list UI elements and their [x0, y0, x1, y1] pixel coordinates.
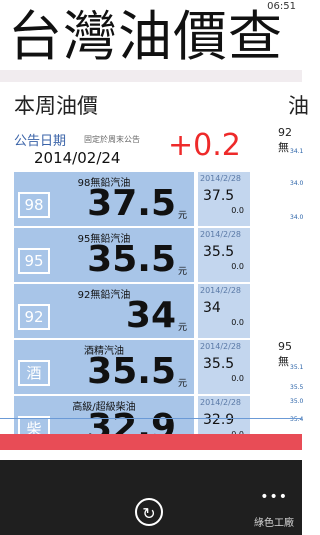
side-price: 37.5	[203, 188, 235, 204]
announce-date-note: 固定於周末公告	[84, 135, 140, 144]
fuel-side-98[interactable]: 2014/2/28 37.5 0.0	[198, 172, 250, 226]
side-price: 34	[203, 300, 221, 316]
price-unit: 元	[178, 211, 188, 221]
fuel-badge-95: 95	[18, 248, 50, 274]
side-change: 0.0	[231, 374, 244, 383]
side-change: 0.0	[231, 206, 244, 215]
side-date: 2014/2/28	[200, 398, 242, 407]
right-panel-value: 34.1	[290, 148, 304, 155]
section-title-this-week: 本周油價	[14, 94, 98, 118]
more-dots-icon[interactable]: •••	[260, 489, 288, 505]
fuel-badge-alcohol: 酒	[18, 360, 50, 386]
fuel-card-alcohol[interactable]: 酒精汽油 酒 35.5 元	[14, 340, 194, 394]
side-date: 2014/2/28	[200, 174, 242, 183]
announce-date-value: 2014/02/24	[34, 149, 121, 167]
next-section-title-peek[interactable]: 油	[288, 90, 309, 120]
side-date: 2014/2/28	[200, 230, 242, 239]
refresh-icon[interactable]: ↻	[135, 498, 163, 526]
fuel-price: 35.5	[87, 239, 176, 280]
fuel-badge-98: 98	[18, 192, 50, 218]
right-panel-value: 35.1	[290, 364, 304, 371]
right-panel-value: 35.0	[290, 398, 304, 405]
fuel-badge-92: 92	[18, 304, 50, 330]
fuel-side-92[interactable]: 2014/2/28 34 0.0	[198, 284, 250, 338]
side-change: 0.0	[231, 318, 244, 327]
price-unit: 元	[178, 323, 188, 333]
side-change: 0.0	[231, 262, 244, 271]
side-date: 2014/2/28	[200, 286, 242, 295]
fuel-side-95[interactable]: 2014/2/28 35.5 0.0	[198, 228, 250, 282]
price-unit: 元	[178, 267, 188, 277]
accent-red-bar	[0, 434, 302, 450]
right-panel-value: 34.0	[290, 180, 304, 187]
divider-line	[0, 418, 302, 419]
fuel-card-98[interactable]: 98無鉛汽油 98 37.5 元	[14, 172, 194, 226]
fuel-card-92[interactable]: 92無鉛汽油 92 34 元	[14, 284, 194, 338]
watermark: 綠色工廠	[254, 518, 294, 529]
side-price: 32.9	[203, 412, 235, 428]
fuel-price: 35.5	[87, 351, 176, 392]
side-price: 35.5	[203, 244, 235, 260]
fuel-price: 34	[125, 295, 176, 336]
right-panel-value: 35.5	[290, 384, 304, 391]
side-price: 35.5	[203, 356, 235, 372]
right-panel-value: 34.0	[290, 214, 304, 221]
title-underline-strip	[0, 70, 302, 82]
fuel-card-95[interactable]: 95無鉛汽油 95 35.5 元	[14, 228, 194, 282]
fuel-side-alcohol[interactable]: 2014/2/28 35.5 0.0	[198, 340, 250, 394]
price-change: +0.2	[168, 128, 241, 163]
side-date: 2014/2/28	[200, 342, 242, 351]
fuel-price: 37.5	[87, 183, 176, 224]
announce-date-label: 公告日期	[14, 134, 67, 149]
page-title: 台灣油價查	[8, 5, 283, 68]
price-unit: 元	[178, 379, 188, 389]
